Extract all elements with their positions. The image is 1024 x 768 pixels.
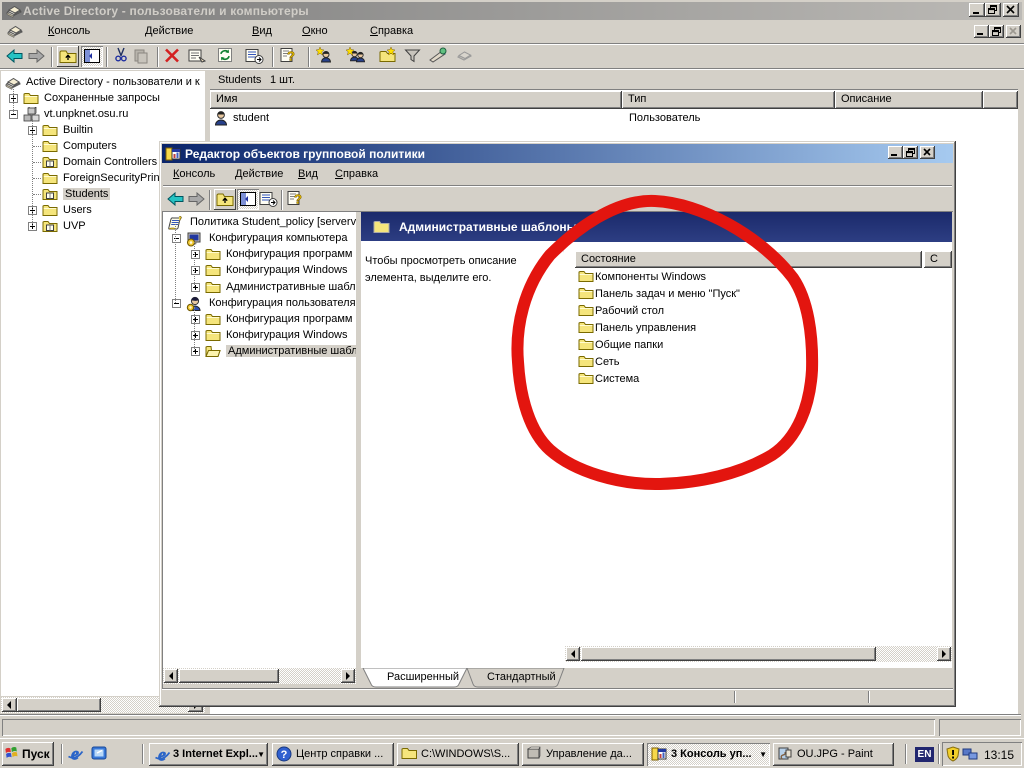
svg-text:e: e <box>158 746 166 764</box>
svg-text:?: ? <box>281 749 288 761</box>
svg-text:e: e <box>71 745 79 763</box>
